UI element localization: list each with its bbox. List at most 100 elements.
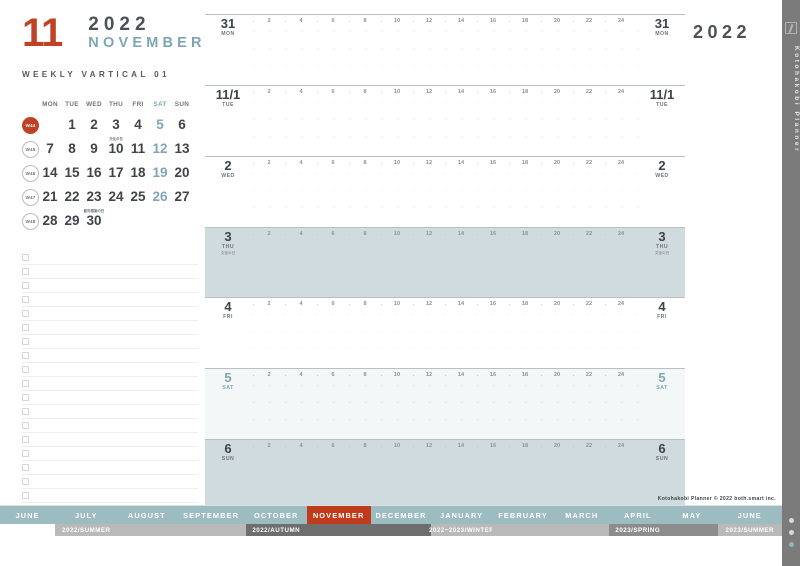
tab-january[interactable]: JANUARY 2022~2023/WINTER xyxy=(429,506,494,536)
mini-day-25[interactable]: 25 xyxy=(127,190,149,204)
mini-day-29[interactable]: 29 xyxy=(61,214,83,228)
checkbox[interactable] xyxy=(22,380,29,387)
checkbox[interactable] xyxy=(22,464,29,471)
mini-day-13[interactable]: 13 xyxy=(171,142,193,156)
mini-day-17[interactable]: 17 xyxy=(105,166,127,180)
mini-day-24[interactable]: 24 xyxy=(105,190,127,204)
tab-february[interactable]: FEBRUARY xyxy=(491,506,555,536)
checkbox[interactable] xyxy=(22,492,29,499)
checklist-row[interactable] xyxy=(22,391,198,405)
checkbox[interactable] xyxy=(22,450,29,457)
checkbox[interactable] xyxy=(22,422,29,429)
mini-day-1[interactable]: 1 xyxy=(61,118,83,132)
hour-tick-dot xyxy=(445,446,446,448)
checkbox[interactable] xyxy=(22,296,29,303)
checkbox[interactable] xyxy=(22,338,29,345)
checklist-row[interactable] xyxy=(22,447,198,461)
mini-day-21[interactable]: 21 xyxy=(39,190,61,204)
checklist-row[interactable] xyxy=(22,475,198,489)
checklist-row[interactable] xyxy=(22,265,198,279)
spine-dot-1[interactable] xyxy=(788,518,794,523)
checkbox[interactable] xyxy=(22,366,29,373)
mini-day-2[interactable]: 2 xyxy=(83,118,105,132)
checkbox[interactable] xyxy=(22,268,29,275)
mini-day-15[interactable]: 15 xyxy=(61,166,83,180)
tab-march[interactable]: MARCH xyxy=(554,506,610,536)
checklist-row[interactable] xyxy=(22,489,198,503)
mini-day-12[interactable]: 12 xyxy=(149,142,171,156)
checklist-row[interactable] xyxy=(22,293,198,307)
mini-day-9[interactable]: 9 xyxy=(83,142,105,156)
mini-day-27[interactable]: 27 xyxy=(171,190,193,204)
checkbox[interactable] xyxy=(22,408,29,415)
checklist-row[interactable] xyxy=(22,279,198,293)
checkbox[interactable] xyxy=(22,478,29,485)
timeline-day-row[interactable]: 2 4 6 8 10 12 14 16 18 20 22 24 5 SAT 5 SAT xyxy=(205,368,685,440)
checkbox[interactable] xyxy=(22,324,29,331)
mini-day-11[interactable]: 11 xyxy=(127,142,149,156)
mini-day-10[interactable]: 10 xyxy=(105,142,127,156)
checkbox[interactable] xyxy=(22,254,29,261)
tab-april[interactable]: APRIL 2023/SPRING xyxy=(609,506,667,536)
mini-day-19[interactable]: 19 xyxy=(149,166,171,180)
checklist-row[interactable] xyxy=(22,419,198,433)
mini-day-6[interactable]: 6 xyxy=(171,118,193,132)
mini-day-22[interactable]: 22 xyxy=(61,190,83,204)
timeline-day-row[interactable]: 2 4 6 8 10 12 14 16 18 20 22 24 4 FRI 4 FRI xyxy=(205,297,685,368)
checkbox[interactable] xyxy=(22,352,29,359)
checkbox[interactable] xyxy=(22,282,29,289)
checklist-row[interactable] xyxy=(22,307,198,321)
week-badge-w44[interactable]: W44 xyxy=(22,116,39,134)
mini-day-7[interactable]: 7 xyxy=(39,142,61,156)
mini-day-16[interactable]: 16 xyxy=(83,166,105,180)
grid-dot xyxy=(333,473,334,475)
timeline-day-row[interactable]: 2 4 6 8 10 12 14 16 18 20 22 24 2 WED 2 WED xyxy=(205,155,685,227)
tab-june[interactable]: JUNE 2023/SUMMER xyxy=(717,506,782,536)
mini-day-8[interactable]: 8 xyxy=(61,142,83,156)
timeline-day-row[interactable]: 2 4 6 8 10 12 14 16 18 20 22 24 3 THU 文化の日 3 THU 文化の日 xyxy=(205,226,685,298)
week-badge-w48[interactable]: W48 xyxy=(22,212,39,230)
timeline-day-row[interactable]: 2 4 6 8 10 12 14 16 18 20 22 24 11/1 TUE 11/1 TUE xyxy=(205,84,685,156)
tab-october[interactable]: OCTOBER 2022/AUTUMN xyxy=(245,506,307,536)
mini-day-26[interactable]: 26 xyxy=(149,190,171,204)
checklist-row[interactable] xyxy=(22,363,198,377)
checklist-row[interactable] xyxy=(22,377,198,391)
timeline-day-row[interactable]: 2 4 6 8 10 12 14 16 18 20 22 24 6 SUN 6 SUN xyxy=(205,439,685,510)
checkbox[interactable] xyxy=(22,394,29,401)
mini-day-30[interactable]: 30 xyxy=(83,214,105,228)
tab-july[interactable]: JULY 2022/SUMMER xyxy=(55,506,118,536)
spine-dot-3[interactable] xyxy=(788,542,794,547)
checklist-row[interactable] xyxy=(22,251,198,265)
checklist-row[interactable] xyxy=(22,321,198,335)
mini-day-28[interactable]: 28 xyxy=(39,214,61,228)
mini-day-20[interactable]: 20 xyxy=(171,166,193,180)
checklist-row[interactable] xyxy=(22,405,198,419)
tab-august[interactable]: AUGUST xyxy=(117,506,177,536)
tab-september[interactable]: SEPTEMBER xyxy=(176,506,246,536)
mini-day-14[interactable]: 14 xyxy=(39,166,61,180)
mini-day-4[interactable]: 4 xyxy=(127,118,149,132)
grid-dot xyxy=(429,331,430,333)
mini-day-23[interactable]: 23 勤労感謝の日 xyxy=(83,190,105,214)
timeline-day-row[interactable]: 2 4 6 8 10 12 14 16 18 20 22 24 31 MON 31 MON xyxy=(205,14,685,85)
tab-may[interactable]: MAY xyxy=(666,506,718,536)
tab-december[interactable]: DECEMBER xyxy=(370,506,432,536)
checkbox[interactable] xyxy=(22,436,29,443)
mini-day-3[interactable]: 3 文化の日 xyxy=(105,118,127,142)
checkbox[interactable] xyxy=(22,310,29,317)
checklist-row[interactable] xyxy=(22,335,198,349)
tab-june[interactable]: JUNE xyxy=(0,506,56,536)
checklist-row[interactable] xyxy=(22,433,198,447)
week-badge-w46[interactable]: W46 xyxy=(22,164,39,182)
hour-tick-dot xyxy=(509,446,510,448)
mini-day-18[interactable]: 18 xyxy=(127,166,149,180)
checklist-row[interactable] xyxy=(22,349,198,363)
checklist-row[interactable] xyxy=(22,461,198,475)
mini-day-5[interactable]: 5 xyxy=(149,118,171,132)
week-badge-w47[interactable]: W47 xyxy=(22,188,39,206)
grid-dot xyxy=(269,65,270,66)
spine-dot-2[interactable] xyxy=(788,530,794,535)
week-badge-w45[interactable]: W45 xyxy=(22,140,39,158)
grid-dot xyxy=(349,135,350,137)
tab-november[interactable]: NOVEMBER xyxy=(306,506,371,536)
